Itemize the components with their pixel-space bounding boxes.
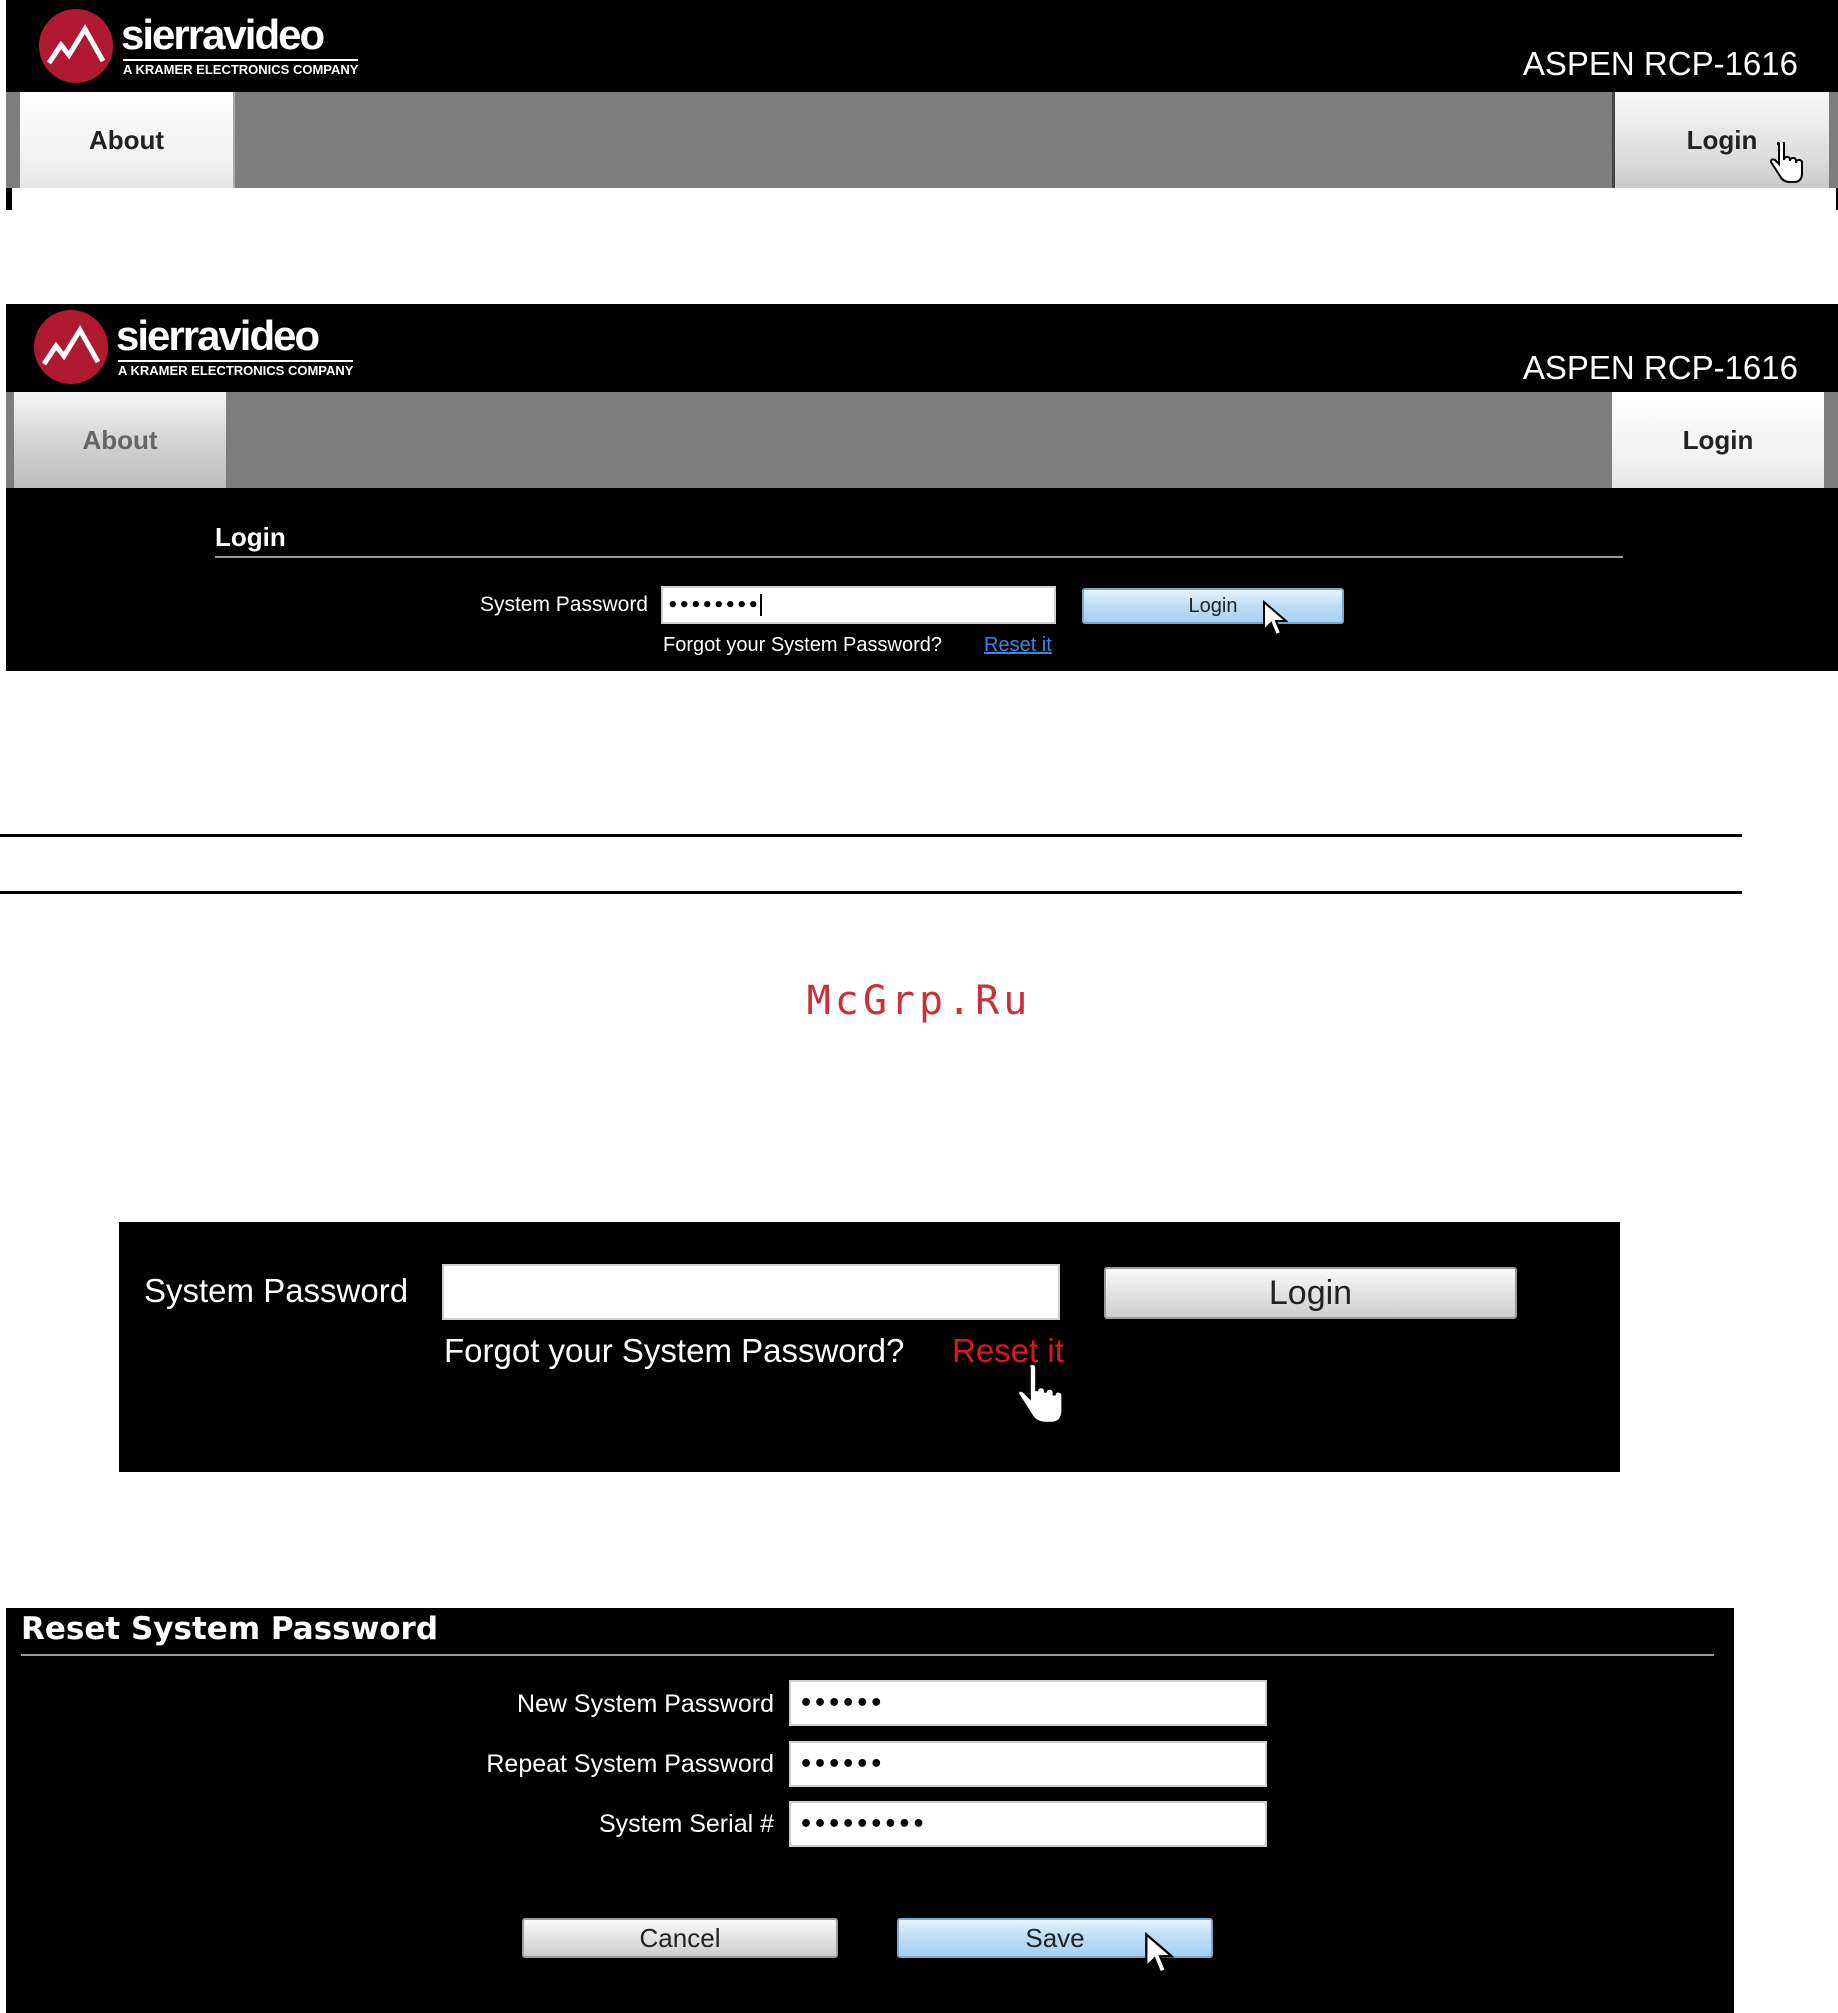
login-button-label: Login [1268, 1273, 1353, 1312]
watermark-text: McGrp.Ru [806, 978, 1032, 1024]
new-password-value: •••••• [799, 1690, 884, 1716]
reset-title-divider [21, 1654, 1714, 1656]
arrow-cursor-icon [1145, 1932, 1174, 1974]
tab-login[interactable]: Login [1612, 92, 1829, 188]
save-button-label: Save [1025, 1922, 1085, 1953]
hand-cursor-icon [1770, 142, 1803, 183]
new-password-input[interactable]: •••••• [789, 1680, 1267, 1726]
tab-about[interactable]: About [14, 392, 226, 488]
tab-about-label: About [88, 124, 165, 155]
repeat-password-label: Repeat System Password [486, 1750, 774, 1778]
brand-name: sierravideo [121, 11, 325, 58]
system-password-value: •••••••• [667, 594, 760, 616]
system-password-label: System Password [479, 593, 648, 616]
screenshot-header-login-hover: sierravideo A KRAMER ELECTRONICS COMPANY… [6, 0, 1838, 210]
device-model: ASPEN RCP-1616 [1522, 349, 1798, 386]
tab-about-label: About [82, 424, 158, 455]
cancel-button-label: Cancel [639, 1922, 721, 1953]
arrow-cursor-icon [1263, 600, 1288, 637]
hand-cursor-icon [1016, 1365, 1065, 1425]
nav-bar: About Login [6, 92, 1838, 188]
login-button-label: Login [1188, 594, 1238, 617]
reset-panel-title: Reset System Password [21, 1611, 439, 1647]
brand-tagline: A KRAMER ELECTRONICS COMPANY [118, 360, 354, 378]
brand-tagline: A KRAMER ELECTRONICS COMPANY [123, 59, 359, 77]
tab-login[interactable]: Login [1612, 392, 1824, 488]
forgot-password-text: Forgot your System Password? [663, 634, 942, 656]
nav-bar: About Login [6, 392, 1838, 488]
screenshot-reset-link-zoom: System Password Login Forgot your System… [119, 1222, 1620, 1472]
system-password-input[interactable] [442, 1264, 1060, 1320]
tab-login-label: Login [1682, 424, 1754, 455]
tab-about[interactable]: About [20, 92, 235, 188]
login-title-divider [215, 556, 1623, 558]
app-header: sierravideo A KRAMER ELECTRONICS COMPANY… [6, 0, 1838, 92]
login-button[interactable]: Login [1082, 588, 1344, 624]
device-model: ASPEN RCP-1616 [1522, 45, 1798, 82]
repeat-password-value: •••••• [799, 1751, 884, 1777]
login-title: Login [215, 522, 286, 552]
system-serial-input[interactable]: ••••••••• [789, 1801, 1267, 1847]
cancel-button[interactable]: Cancel [522, 1918, 838, 1958]
new-password-label: New System Password [516, 1690, 774, 1718]
forgot-password-text: Forgot your System Password? [444, 1332, 905, 1369]
mountain-logo-icon [34, 310, 108, 384]
page-divider-bottom [0, 891, 1742, 894]
page-divider-top [0, 834, 1742, 837]
reset-password-link[interactable]: Reset it [984, 634, 1052, 657]
repeat-password-input[interactable]: •••••• [789, 1741, 1267, 1787]
app-header: sierravideo A KRAMER ELECTRONICS COMPANY… [6, 304, 1838, 396]
system-password-input[interactable]: •••••••• [661, 586, 1056, 624]
system-serial-label: System Serial # [598, 1810, 774, 1838]
tab-login-label: Login [1686, 124, 1758, 155]
login-button[interactable]: Login [1104, 1267, 1517, 1319]
system-password-label: System Password [144, 1272, 409, 1309]
screenshot-reset-password-form: Reset System Password New System Passwor… [6, 1608, 1734, 2013]
system-serial-value: ••••••••• [799, 1811, 926, 1837]
mountain-logo-icon [39, 9, 113, 83]
screenshot-login-panel: sierravideo A KRAMER ELECTRONICS COMPANY… [6, 304, 1838, 671]
brand-name: sierravideo [116, 312, 320, 359]
